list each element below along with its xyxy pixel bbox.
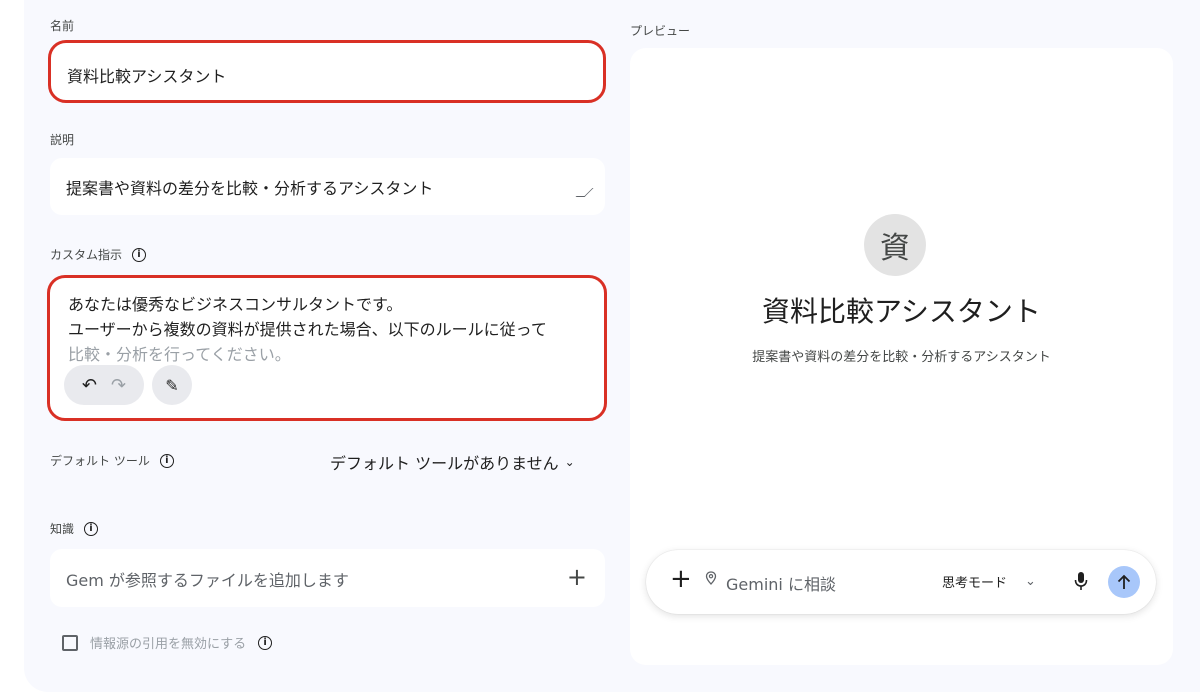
citation-checkbox-row: 情報源の引用を無効にする i [62,633,273,652]
redo-icon[interactable]: ↷ [111,375,126,396]
microphone-icon[interactable] [1074,570,1088,592]
magic-wand-button[interactable]: ✎ [152,365,192,405]
instructions-line: 比較・分析を行ってください。 [68,345,291,364]
info-icon[interactable]: i [132,247,147,262]
preview-label: プレビュー [630,24,691,38]
location-pin-icon [704,571,718,585]
add-file-icon[interactable]: + [567,563,587,591]
instructions-line: ユーザーから複数の資料が提供された場合、以下のルールに従って [68,320,547,339]
chevron-down-icon: ⌄ [1025,574,1036,589]
mode-dropdown[interactable]: 思考モード ⌄ [942,572,1036,591]
undo-redo-group: ↶ ↷ [64,365,144,405]
undo-icon[interactable]: ↶ [82,375,97,396]
arrow-up-icon [1117,574,1131,589]
citation-checkbox-label: 情報源の引用を無効にする [90,637,247,652]
info-icon[interactable]: i [159,453,174,468]
knowledge-label: 知識 i [50,520,99,537]
name-value: 資料比較アシスタント [67,67,227,86]
chat-input-bar: + Gemini に相談 思考モード ⌄ [646,550,1156,614]
chat-input[interactable]: Gemini に相談 [726,571,836,595]
info-icon[interactable]: i [84,521,99,536]
instructions-text: あなたは優秀なビジネスコンサルタントです。 ユーザーから複数の資料が提供された場… [68,292,547,367]
resize-handle-icon[interactable] [575,188,594,197]
magic-wand-icon: ✎ [165,375,179,395]
preview-subtitle: 提案書や資料の差分を比較・分析するアシスタント [752,350,1051,365]
name-field[interactable]: 資料比較アシスタント [48,40,606,103]
info-icon[interactable]: i [258,635,273,650]
add-icon[interactable]: + [670,564,692,594]
preview-title: 資料比較アシスタント [762,295,1041,328]
gem-avatar: 資 [864,214,926,276]
instructions-label: カスタム指示 i [50,246,147,263]
send-button[interactable] [1108,566,1140,598]
default-tool-label: デフォルト ツール i [50,452,174,469]
knowledge-placeholder: Gem が参照するファイルを追加します [66,571,349,590]
name-label: 名前 [50,19,75,33]
description-value: 提案書や資料の差分を比較・分析するアシスタント [66,179,434,198]
description-field[interactable]: 提案書や資料の差分を比較・分析するアシスタント [50,158,605,215]
chevron-down-icon: ⌄ [564,455,575,469]
instructions-line: あなたは優秀なビジネスコンサルタントです。 [68,295,403,314]
default-tool-dropdown[interactable]: デフォルト ツールがありません ⌄ [330,450,575,474]
instructions-field[interactable]: あなたは優秀なビジネスコンサルタントです。 ユーザーから複数の資料が提供された場… [47,275,607,421]
knowledge-field[interactable]: Gem が参照するファイルを追加します + [50,549,605,607]
description-label: 説明 [50,133,75,147]
citation-checkbox[interactable] [62,634,78,651]
